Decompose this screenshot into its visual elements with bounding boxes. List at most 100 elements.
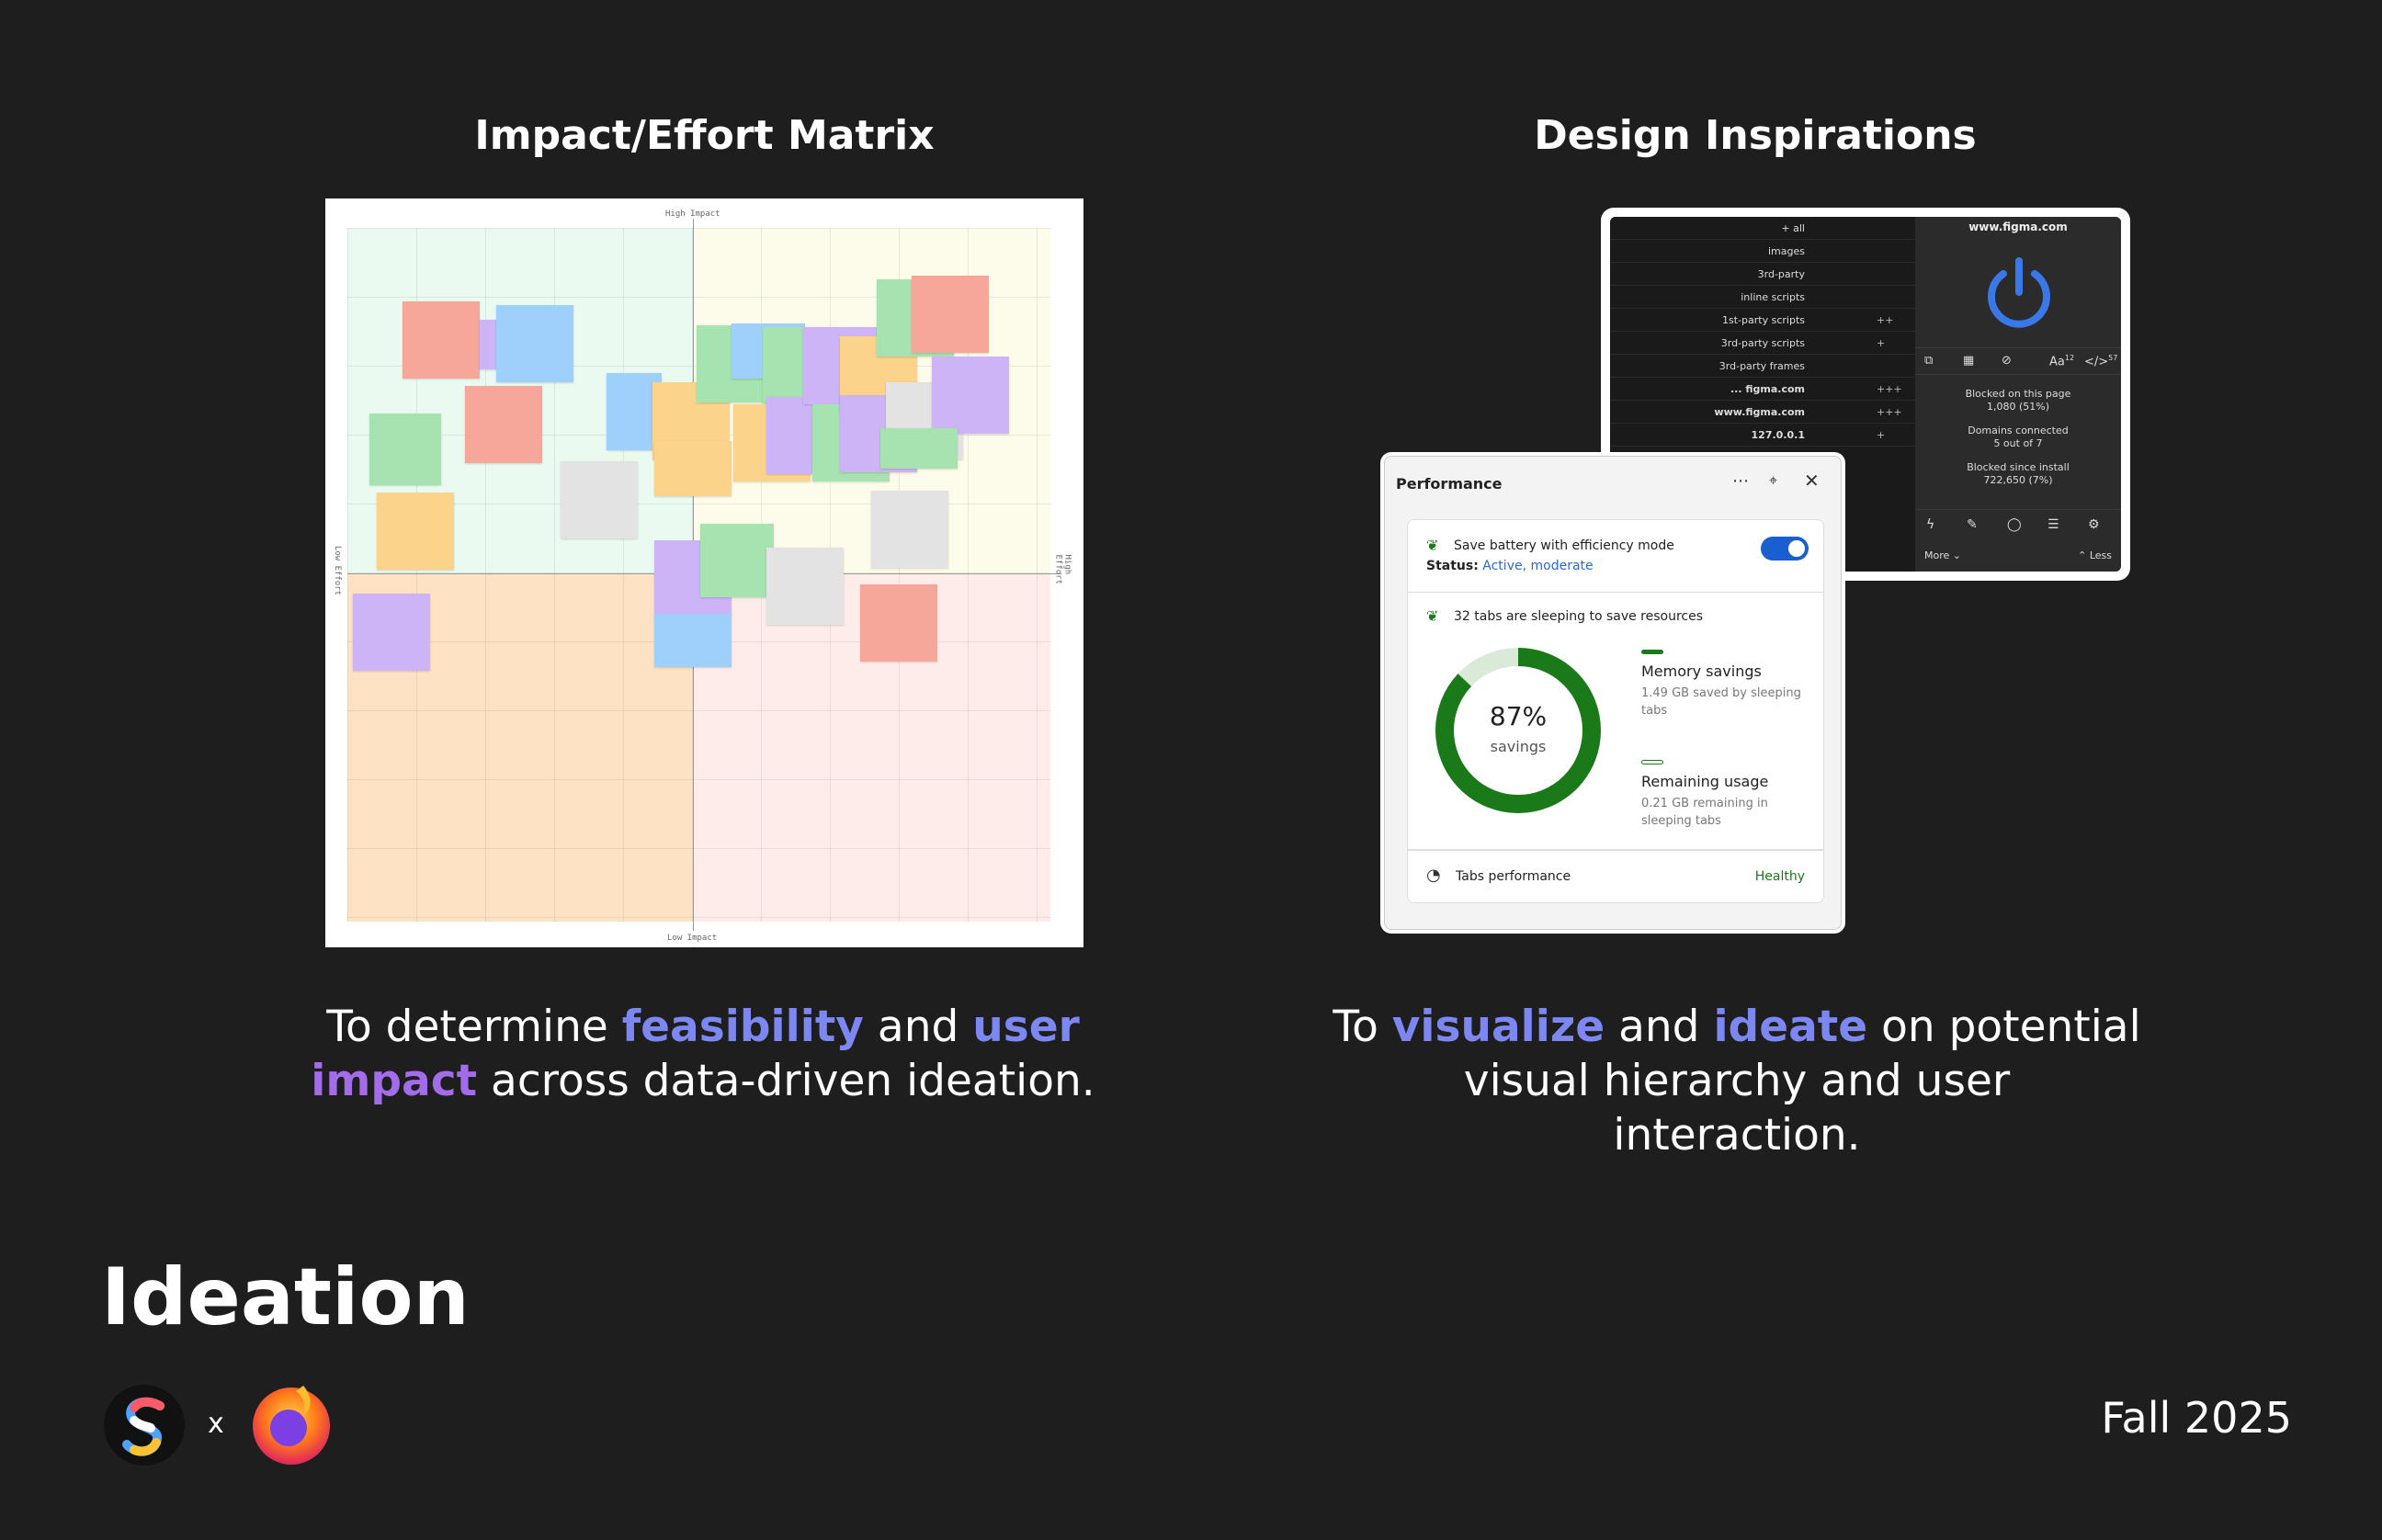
- toggle-knob: [1788, 540, 1805, 557]
- matrix-title: Impact/Effort Matrix: [474, 112, 935, 159]
- matrix-right-label: High Effort: [1053, 554, 1072, 585]
- filter-row[interactable]: + all: [1610, 217, 1915, 240]
- logo-separator: x: [208, 1408, 224, 1440]
- healthy-badge: Healthy: [1754, 869, 1805, 884]
- filter-name: 3rd-party scripts: [1720, 337, 1805, 349]
- filter-count: +++: [1877, 406, 1902, 418]
- memory-desc: 1.49 GB saved by sleeping tabs: [1641, 686, 1801, 718]
- leaf-icon: ❦: [1426, 537, 1439, 554]
- sticky-note: [369, 413, 441, 485]
- impact-effort-matrix: High Impact Low Impact Low Effort High E…: [325, 198, 1083, 947]
- caption-text: visual hierarchy and user: [1463, 1056, 2011, 1106]
- performance-panel: Performance ⋯ ⌖ ✕ ❦ Save battery with ef…: [1380, 452, 1845, 934]
- filter-row[interactable]: 127.0.0.1 +: [1610, 424, 1915, 447]
- list-icon[interactable]: ☰: [2047, 517, 2059, 532]
- sticky-note: [766, 548, 844, 625]
- firefox-logo-icon: [253, 1386, 330, 1465]
- ublock-side-panel: www.figma.com ⧉ ▦ ⊘ Aa12 </>57 Blocked o…: [1915, 217, 2121, 572]
- ublock-action-row: ϟ ✎ ◯ ☰ ⚙: [1915, 509, 2121, 538]
- filter-row[interactable]: images: [1610, 240, 1915, 263]
- film-icon[interactable]: ▦: [1963, 354, 1974, 368]
- code-icon[interactable]: </>57: [2084, 354, 2117, 368]
- perf-title: Performance: [1396, 475, 1503, 493]
- filter-name: images: [1768, 245, 1805, 257]
- power-icon[interactable]: [1979, 254, 2059, 333]
- matrix-bottom-label: Low Impact: [667, 934, 718, 943]
- sticky-note: [377, 493, 454, 570]
- caption-text: and: [1605, 1002, 1714, 1052]
- close-icon[interactable]: ✕: [1804, 470, 1820, 492]
- ublock-stats: Blocked on this page 1,080 (51%) Domains…: [1915, 388, 2121, 487]
- matrix-top-label: High Impact: [665, 209, 720, 219]
- caption-highlight: feasibility: [621, 1002, 864, 1052]
- filter-count: +: [1877, 429, 1886, 441]
- chevron-up-icon: ⌃: [2078, 549, 2087, 561]
- school-logo-icon: [104, 1385, 185, 1466]
- filter-name: ... figma.com: [1730, 383, 1805, 395]
- copy-icon[interactable]: ⧉: [1924, 354, 1933, 368]
- domain-label: www.figma.com: [1968, 221, 2068, 233]
- leaf-icon: ❦: [1426, 607, 1439, 625]
- comment-icon[interactable]: ◯: [2007, 517, 2022, 532]
- more-button[interactable]: More ⌄: [1924, 549, 1961, 561]
- caption-text: on potential: [1867, 1002, 2141, 1052]
- sticky-note: [353, 594, 430, 671]
- sleeping-label: 32 tabs are sleeping to save resources: [1454, 609, 1704, 624]
- sticky-note: [654, 441, 732, 496]
- sticky-note: [465, 386, 542, 463]
- sticky-note: [654, 614, 732, 667]
- lightning-icon[interactable]: ϟ: [1926, 517, 1934, 532]
- battery-label: Save battery with efficiency mode: [1454, 538, 1674, 553]
- caption-text: and: [863, 1002, 973, 1052]
- script-count: 57: [2108, 354, 2118, 362]
- sticky-note: [912, 276, 989, 353]
- unpin-icon[interactable]: ⌖: [1769, 471, 1777, 490]
- gears-icon[interactable]: ⚙: [2088, 517, 2100, 532]
- filter-name: www.figma.com: [1714, 406, 1805, 418]
- filter-row[interactable]: 3rd-party: [1610, 263, 1915, 286]
- font-count: 12: [2064, 354, 2075, 362]
- tabs-performance-row[interactable]: ◔ Tabs performance Healthy: [1407, 850, 1824, 903]
- filter-row[interactable]: www.figma.com +++: [1610, 401, 1915, 424]
- more-label: More: [1924, 549, 1950, 561]
- section-heading: Ideation: [101, 1251, 470, 1343]
- sticky-note: [932, 357, 1009, 434]
- less-button[interactable]: ⌃ Less: [2078, 549, 2112, 561]
- stat-label: Domains connected: [1968, 425, 2069, 436]
- more-options-icon[interactable]: ⋯: [1732, 471, 1749, 491]
- sticky-note: [880, 428, 958, 469]
- eye-slash-icon[interactable]: ⊘: [2002, 354, 2012, 368]
- chevron-down-icon: ⌄: [1952, 549, 1961, 561]
- eyedropper-icon[interactable]: ✎: [1967, 517, 1978, 532]
- filter-row[interactable]: 3rd-party frames: [1610, 355, 1915, 378]
- sticky-note: [403, 301, 480, 379]
- status-line: Status: Active, moderate: [1426, 559, 1594, 573]
- filter-name: 3rd-party: [1757, 268, 1805, 280]
- filter-row[interactable]: inline scripts: [1610, 286, 1915, 309]
- ublock-tool-row: ⧉ ▦ ⊘ Aa12 </>57: [1915, 347, 2121, 375]
- filter-name: 1st-party scripts: [1722, 314, 1805, 326]
- inspirations-caption: To visualize and ideate on potential vis…: [1323, 1000, 2150, 1162]
- sticky-note: [871, 491, 948, 568]
- efficiency-toggle[interactable]: [1761, 537, 1809, 561]
- caption-highlight: ideate: [1713, 1002, 1868, 1052]
- filter-row[interactable]: 3rd-party scripts +: [1610, 332, 1915, 355]
- remaining-marker: [1641, 760, 1663, 764]
- filter-row[interactable]: 1st-party scripts ++: [1610, 309, 1915, 332]
- less-label: Less: [2089, 549, 2112, 561]
- savings-label: savings: [1490, 738, 1547, 755]
- caption-text: interaction.: [1613, 1110, 1861, 1161]
- filter-row[interactable]: ... figma.com +++: [1610, 378, 1915, 401]
- sticky-note: [700, 524, 774, 597]
- stat-value: 1,080 (51%): [1986, 401, 2050, 413]
- filter-name: 3rd-party frames: [1718, 360, 1805, 372]
- caption-highlight: user: [972, 1002, 1080, 1052]
- sticky-note: [561, 461, 638, 538]
- status-label: Status:: [1426, 559, 1479, 573]
- sticky-note: [496, 305, 573, 382]
- filter-count: +: [1877, 337, 1886, 349]
- status-value[interactable]: Active, moderate: [1482, 559, 1593, 573]
- matrix-left-label: Low Effort: [333, 545, 343, 596]
- savings-percent: 87%: [1489, 701, 1548, 731]
- font-icon[interactable]: Aa12: [2049, 354, 2074, 368]
